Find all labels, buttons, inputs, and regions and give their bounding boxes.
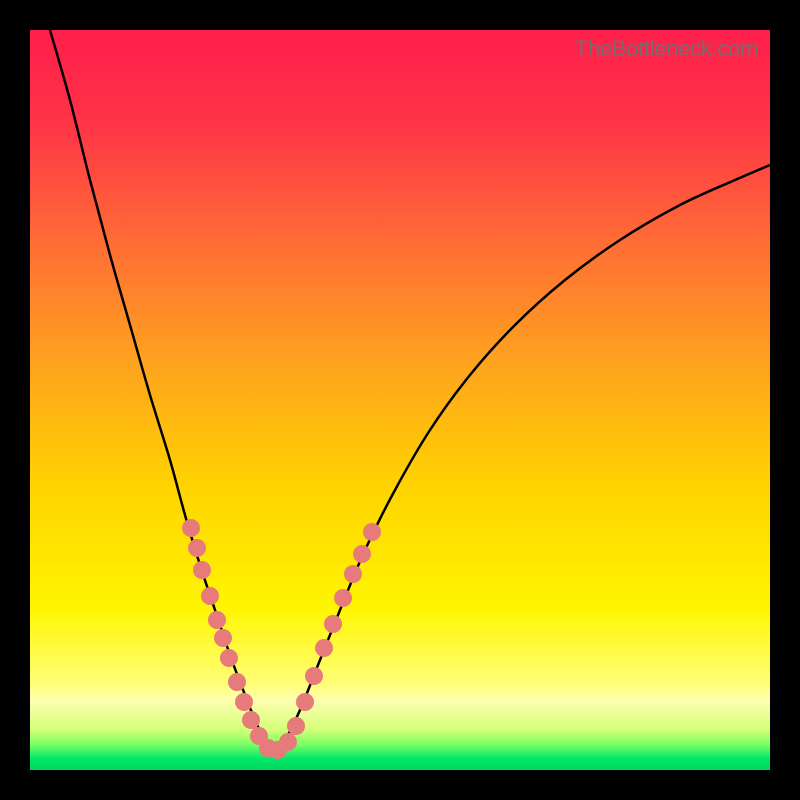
marker-dot [353, 545, 371, 563]
marker-dot [305, 667, 323, 685]
marker-dot [324, 615, 342, 633]
marker-dot [214, 629, 232, 647]
marker-dot [208, 611, 226, 629]
outer-frame: TheBottleneck.com [0, 0, 800, 800]
marker-dot [344, 565, 362, 583]
marker-dot [287, 717, 305, 735]
marker-dot [220, 649, 238, 667]
marker-dot [188, 539, 206, 557]
curve-markers [182, 519, 381, 759]
marker-dot [193, 561, 211, 579]
bottleneck-curve [50, 30, 770, 750]
marker-dot [279, 733, 297, 751]
marker-dot [182, 519, 200, 537]
plot-area: TheBottleneck.com [30, 30, 770, 770]
marker-dot [235, 693, 253, 711]
marker-dot [296, 693, 314, 711]
marker-dot [242, 711, 260, 729]
marker-dot [228, 673, 246, 691]
marker-dot [363, 523, 381, 541]
marker-dot [334, 589, 352, 607]
marker-dot [201, 587, 219, 605]
marker-dot [315, 639, 333, 657]
chart-svg [30, 30, 770, 770]
